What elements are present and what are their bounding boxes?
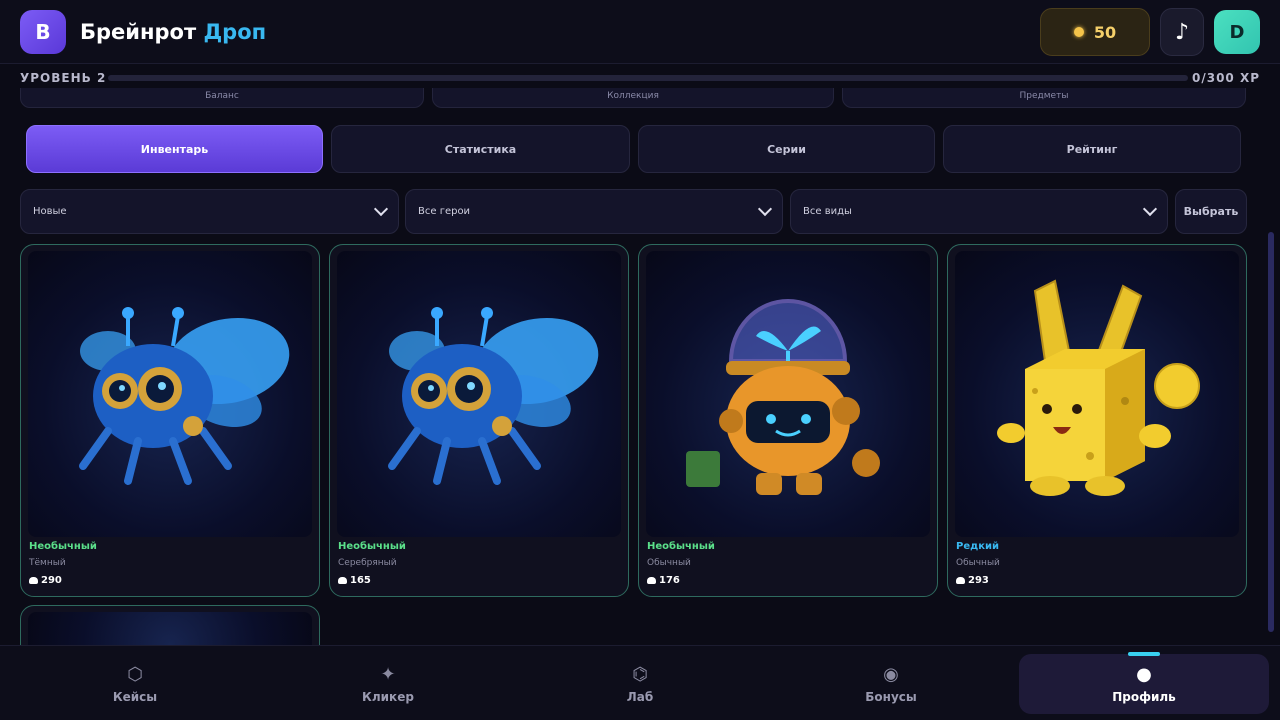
coin-value: 50 <box>1093 22 1117 42</box>
select-mode-button[interactable]: Выбрать <box>1175 189 1247 234</box>
types-select[interactable]: Все виды <box>790 189 1168 234</box>
item-image <box>28 612 312 645</box>
coin-icon <box>1073 27 1084 37</box>
profile-dot-icon: ● <box>1136 664 1152 685</box>
nav-label: Лаб <box>626 690 654 704</box>
heroes-select[interactable]: Все герои <box>405 189 783 234</box>
item-price: 165 <box>338 575 371 586</box>
sort-select[interactable]: Новые <box>20 189 399 234</box>
item-image-sprout-robot <box>646 251 930 537</box>
nav-item-lab[interactable]: ⌬ Лаб <box>515 654 765 714</box>
music-note-icon: ♪ <box>1174 19 1190 45</box>
tab-rating[interactable]: Рейтинг <box>943 125 1241 173</box>
item-variant: Тёмный <box>29 558 66 568</box>
item-image-bee-robot <box>337 251 621 537</box>
music-toggle-button[interactable]: ♪ <box>1160 8 1204 56</box>
stat-card-collection: Коллекция <box>432 88 834 108</box>
app-header: B Брейнрот Дроп 50 ♪ D <box>0 0 1280 64</box>
price-icon <box>338 577 347 584</box>
stat-card-items: Предметы <box>842 88 1246 108</box>
tab-inventory[interactable]: Инвентарь <box>26 125 323 173</box>
stat-label: Предметы <box>1019 91 1069 101</box>
chevron-down-icon <box>757 201 773 217</box>
nav-item-bonuses[interactable]: ◉ Бонусы <box>766 654 1016 714</box>
bottom-navigation: ⬡ Кейсы ✦ Кликер ⌬ Лаб ◉ Бонусы ● Профил… <box>0 645 1280 720</box>
inventory-card[interactable]: Необычный Тёмный 290 <box>20 244 320 597</box>
stat-card-balance: Баланс <box>20 88 424 108</box>
chevron-down-icon <box>1142 201 1158 217</box>
nav-label: Кейсы <box>112 690 158 704</box>
chevron-down-icon <box>373 201 389 217</box>
level-label: УРОВЕНЬ 2 <box>20 71 107 85</box>
app-title: Брейнрот Дроп <box>80 20 266 44</box>
item-rarity: Необычный <box>338 541 406 552</box>
inventory-card[interactable]: Необычный Обычный 176 <box>638 244 938 597</box>
coin-balance[interactable]: 50 <box>1040 8 1150 56</box>
price-icon <box>647 577 656 584</box>
item-rarity: Необычный <box>29 541 97 552</box>
item-image-bee-robot <box>28 251 312 537</box>
nav-item-cases[interactable]: ⬡ Кейсы <box>10 654 260 714</box>
item-rarity: Необычный <box>647 541 715 552</box>
item-variant: Серебряный <box>338 558 397 568</box>
logo-badge: B <box>20 10 66 54</box>
item-price-value: 176 <box>659 575 680 586</box>
item-variant: Обычный <box>647 558 691 568</box>
nav-item-clicker[interactable]: ✦ Кликер <box>263 654 513 714</box>
tab-series[interactable]: Серии <box>638 125 935 173</box>
sparkle-icon: ✦ <box>380 664 396 685</box>
app-title-main: Брейнрот <box>80 20 197 44</box>
item-price: 290 <box>29 575 62 586</box>
target-icon: ◉ <box>883 664 899 685</box>
price-icon <box>29 577 38 584</box>
nav-label: Профиль <box>1112 690 1176 704</box>
item-rarity: Редкий <box>956 541 999 552</box>
app-title-accent: Дроп <box>203 20 267 44</box>
heroes-select-value: Все герои <box>418 206 471 217</box>
nav-label: Кликер <box>362 690 414 704</box>
stat-label: Баланс <box>205 91 239 101</box>
price-icon <box>956 577 965 584</box>
item-price-value: 293 <box>968 575 989 586</box>
xp-label: 0/300 XP <box>1191 71 1260 85</box>
item-image-cheese-bunny <box>955 251 1239 537</box>
stat-label: Коллекция <box>607 91 659 101</box>
inventory-card[interactable]: Необычный Серебряный 165 <box>329 244 629 597</box>
item-price: 293 <box>956 575 989 586</box>
inventory-card[interactable]: Редкий Обычный 293 <box>947 244 1247 597</box>
flask-icon: ⌬ <box>632 664 648 685</box>
item-price: 176 <box>647 575 680 586</box>
item-variant: Обычный <box>956 558 1000 568</box>
tab-statistics[interactable]: Статистика <box>331 125 630 173</box>
inventory-card-partial[interactable] <box>20 605 320 645</box>
xp-progress-bar <box>108 75 1188 81</box>
avatar[interactable]: D <box>1214 10 1260 54</box>
nav-item-profile[interactable]: ● Профиль <box>1019 654 1269 714</box>
nav-label: Бонусы <box>865 690 917 704</box>
sort-select-value: Новые <box>33 206 67 217</box>
item-price-value: 290 <box>41 575 62 586</box>
types-select-value: Все виды <box>803 206 852 217</box>
item-price-value: 165 <box>350 575 371 586</box>
hexagon-icon: ⬡ <box>127 664 143 685</box>
scrollbar-thumb[interactable] <box>1268 232 1274 632</box>
profile-content[interactable]: Баланс Коллекция Предметы Инвентарь Стат… <box>0 88 1280 645</box>
active-nav-indicator <box>1128 652 1160 656</box>
